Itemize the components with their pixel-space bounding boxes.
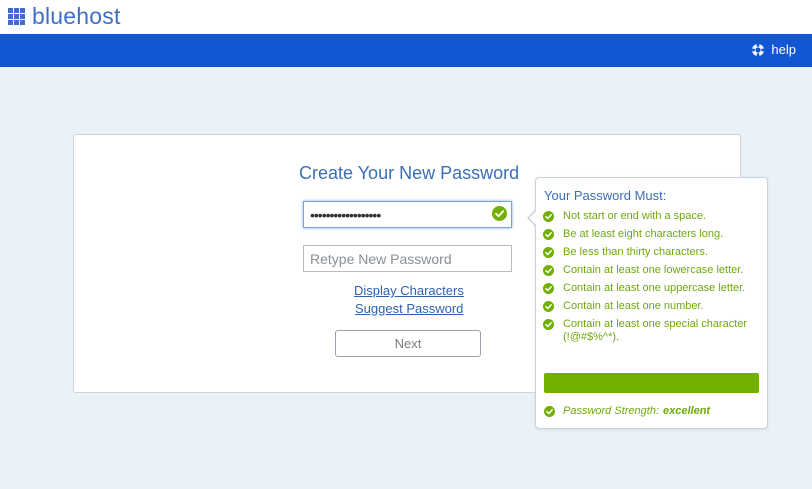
page-title: Create Your New Password (299, 163, 520, 183)
display-characters-link[interactable]: Display Characters (354, 283, 464, 298)
check-circle-icon (543, 229, 554, 240)
help-link[interactable]: help (751, 42, 796, 57)
check-circle-icon (543, 319, 554, 330)
requirement-item: Contain at least one uppercase letter. (543, 282, 763, 295)
requirement-text: Be at least eight characters long. (563, 228, 724, 240)
requirement-item: Contain at least one number. (543, 300, 763, 313)
next-button[interactable]: Next (335, 330, 481, 357)
retype-password-input[interactable] (303, 245, 512, 272)
lifebuoy-icon (751, 43, 765, 56)
requirement-text: Contain at least one number. (563, 300, 704, 312)
check-circle-icon (543, 301, 554, 312)
requirement-item: Be at least eight characters long. (543, 228, 763, 241)
help-label: help (771, 42, 796, 57)
bluehost-logo[interactable]: bluehost (8, 3, 121, 29)
requirement-item: Contain at least one special character (… (543, 318, 763, 344)
requirement-item: Contain at least one lowercase letter. (543, 264, 763, 277)
check-circle-icon (543, 211, 554, 222)
requirements-title: Your Password Must: (544, 188, 667, 203)
requirement-item: Be less than thirty characters. (543, 246, 763, 259)
requirement-text: Contain at least one uppercase letter. (563, 282, 746, 294)
requirement-item: Not start or end with a space. (543, 210, 763, 223)
brand-name: bluehost (32, 3, 121, 29)
check-circle-icon (543, 283, 554, 294)
suggest-password-link[interactable]: Suggest Password (355, 301, 463, 316)
new-password-input[interactable] (303, 201, 512, 228)
popover-arrow-fill (529, 210, 537, 226)
check-circle-icon (543, 247, 554, 258)
check-circle-icon (544, 405, 555, 417)
strength-value: excellent (663, 405, 711, 417)
requirements-list: Not start or end with a space. Be at lea… (543, 210, 763, 349)
requirement-text: Contain at least one lowercase letter. (563, 264, 744, 276)
navigation-bar: help (0, 34, 812, 67)
password-strength-meter (544, 373, 759, 393)
requirement-text: Be less than thirty characters. (563, 246, 708, 258)
grid-logo-icon (8, 7, 25, 25)
password-strength-status: Password Strength: excellent (544, 405, 710, 417)
top-header: bluehost (0, 0, 812, 34)
requirement-text: Contain at least one special character (… (563, 318, 748, 343)
requirement-text: Not start or end with a space. (563, 210, 707, 222)
check-circle-icon (543, 265, 554, 276)
check-circle-icon (492, 206, 507, 221)
strength-label: Password Strength: (563, 405, 659, 417)
